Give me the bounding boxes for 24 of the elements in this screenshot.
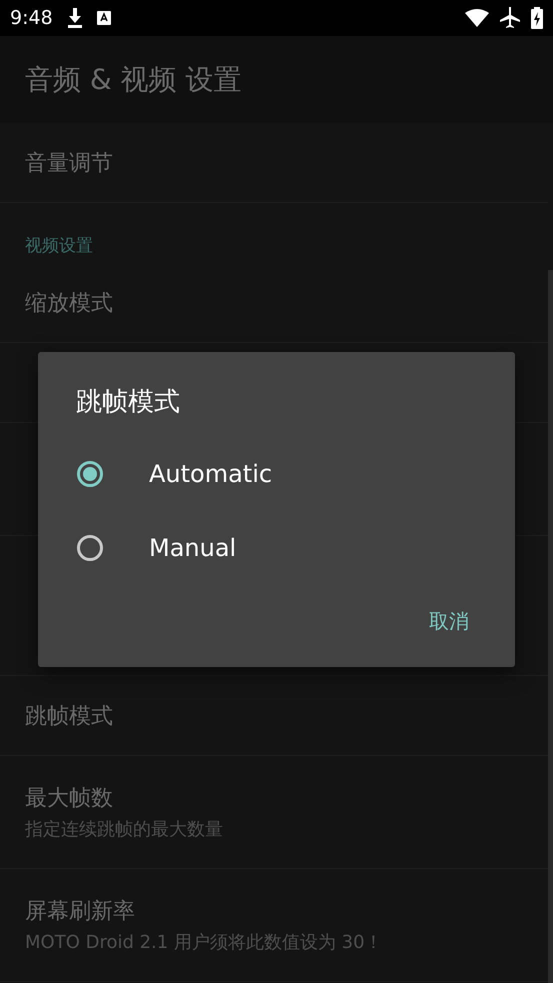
item-title: 音量调节 — [25, 150, 114, 178]
keyboard-a-icon — [96, 11, 111, 25]
cancel-button[interactable]: 取消 — [419, 602, 479, 641]
option-label: Manual — [149, 534, 236, 562]
airplane-icon — [499, 7, 521, 29]
option-label: Automatic — [149, 460, 272, 488]
radio-option[interactable]: Automatic — [38, 437, 515, 511]
item-title: 缩放模式 — [25, 290, 114, 318]
item-summary: 指定连续跳帧的最大数量 — [25, 818, 224, 841]
category-header: 视频设置 — [25, 235, 93, 257]
item-title: 跳帧模式 — [25, 702, 114, 730]
dialog-title: 跳帧模式 — [76, 386, 181, 419]
radio-option[interactable]: Manual — [38, 511, 515, 585]
wifi-icon — [465, 9, 489, 27]
item-summary: MOTO Droid 2.1 用户须将此数值设为 30！ — [25, 931, 384, 954]
item-title: 最大帧数 — [25, 785, 114, 813]
status-time: 9:48 — [10, 7, 53, 29]
screen-title: 音频 & 视频 设置 — [25, 62, 242, 98]
radio-button[interactable] — [77, 461, 103, 487]
battery-charging-icon — [531, 7, 543, 29]
item-title: 屏幕刷新率 — [25, 898, 136, 926]
settings-item[interactable]: 音量调节 — [0, 123, 548, 203]
radio-button[interactable] — [77, 535, 103, 561]
download-icon — [66, 8, 83, 28]
